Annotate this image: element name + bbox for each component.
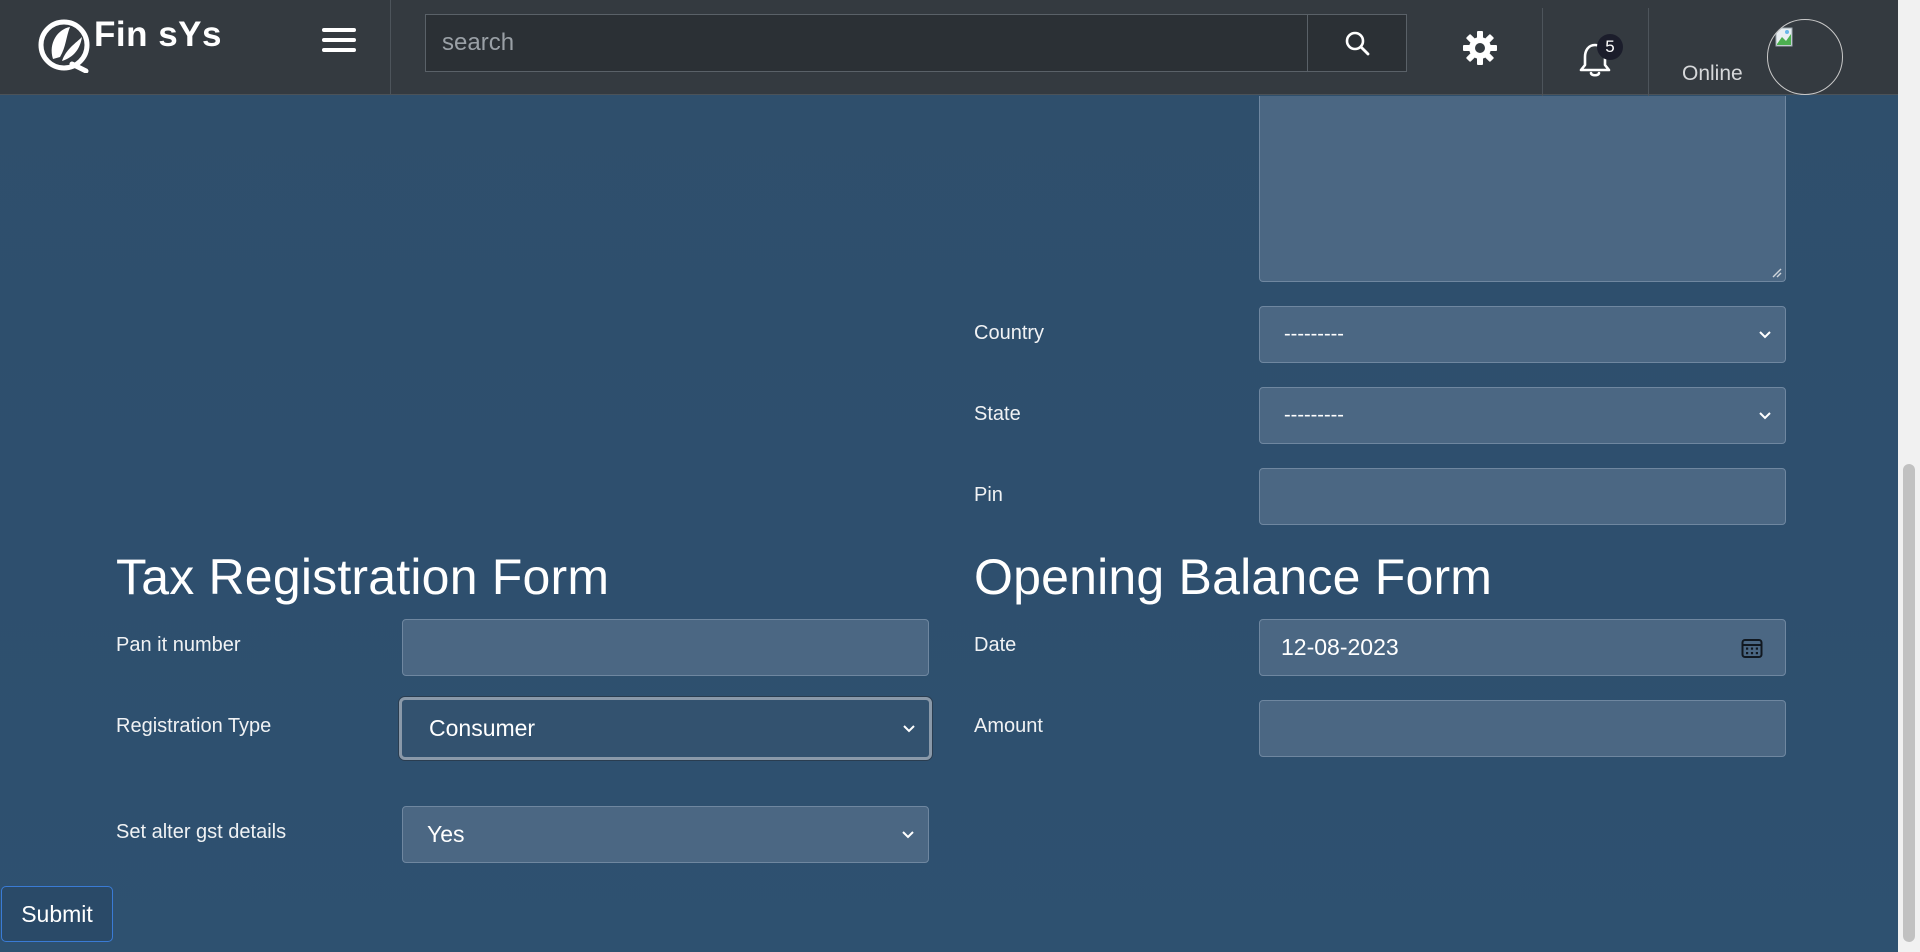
state-label: State [974, 403, 1021, 425]
chevron-down-icon [1759, 411, 1771, 419]
brand-logo-icon [38, 19, 90, 73]
registration-type-label: Registration Type [116, 715, 272, 737]
pin-label: Pin [974, 484, 1003, 506]
top-navbar: Fin sYs search 5 Online [0, 0, 1898, 111]
avatar[interactable] [1767, 19, 1843, 95]
chevron-down-icon [903, 724, 915, 732]
amount-input[interactable] [1259, 700, 1786, 757]
gear-icon[interactable] [1462, 30, 1498, 66]
chevron-down-icon [902, 830, 914, 838]
submit-button[interactable]: Submit [1, 886, 113, 942]
country-select-value: --------- [1284, 323, 1344, 345]
registration-type-select[interactable]: Consumer [399, 697, 932, 760]
opening-balance-heading: Opening Balance Form [974, 549, 1493, 605]
hamburger-line [322, 48, 356, 52]
state-select[interactable]: --------- [1259, 387, 1786, 444]
online-status: Online [1682, 62, 1743, 85]
state-select-value: --------- [1284, 404, 1344, 426]
search-bar [425, 14, 1407, 72]
address-textarea[interactable] [1259, 96, 1786, 282]
date-label: Date [974, 634, 1017, 656]
menu-toggle-button[interactable] [322, 28, 358, 60]
hamburger-line [322, 38, 356, 42]
search-button[interactable] [1307, 14, 1407, 72]
page-scrollbar[interactable] [1898, 0, 1920, 952]
search-input[interactable] [425, 14, 1307, 72]
pan-label: Pan it number [116, 634, 241, 656]
hamburger-menu-icon [322, 28, 356, 32]
gst-details-value: Yes [427, 821, 465, 847]
notification-badge: 5 [1597, 34, 1623, 60]
gst-details-label: Set alter gst details [116, 821, 287, 843]
country-select[interactable]: --------- [1259, 306, 1786, 363]
pan-input[interactable] [402, 619, 929, 676]
country-label: Country [974, 322, 1045, 344]
pin-input[interactable] [1259, 468, 1786, 525]
header-divider [390, 0, 391, 94]
brand[interactable]: Fin sYs [36, 14, 222, 74]
brand-name: Fin sYs [94, 15, 222, 54]
amount-label: Amount [974, 715, 1043, 737]
scrollbar-thumb[interactable] [1903, 464, 1915, 942]
page: Fin sYs search 5 Online Country --------… [0, 0, 1920, 952]
resize-handle-icon[interactable] [1770, 266, 1782, 278]
chevron-down-icon [1759, 330, 1771, 338]
date-input[interactable]: 12-08-2023 [1259, 619, 1786, 676]
gst-details-select[interactable]: Yes [402, 806, 929, 863]
registration-type-value: Consumer [429, 715, 536, 741]
tax-registration-heading: Tax Registration Form [116, 549, 610, 605]
date-value: 12-08-2023 [1281, 634, 1399, 660]
magnifier-icon [1345, 31, 1370, 56]
calendar-icon[interactable] [1741, 637, 1763, 659]
broken-image-icon [1775, 27, 1793, 47]
